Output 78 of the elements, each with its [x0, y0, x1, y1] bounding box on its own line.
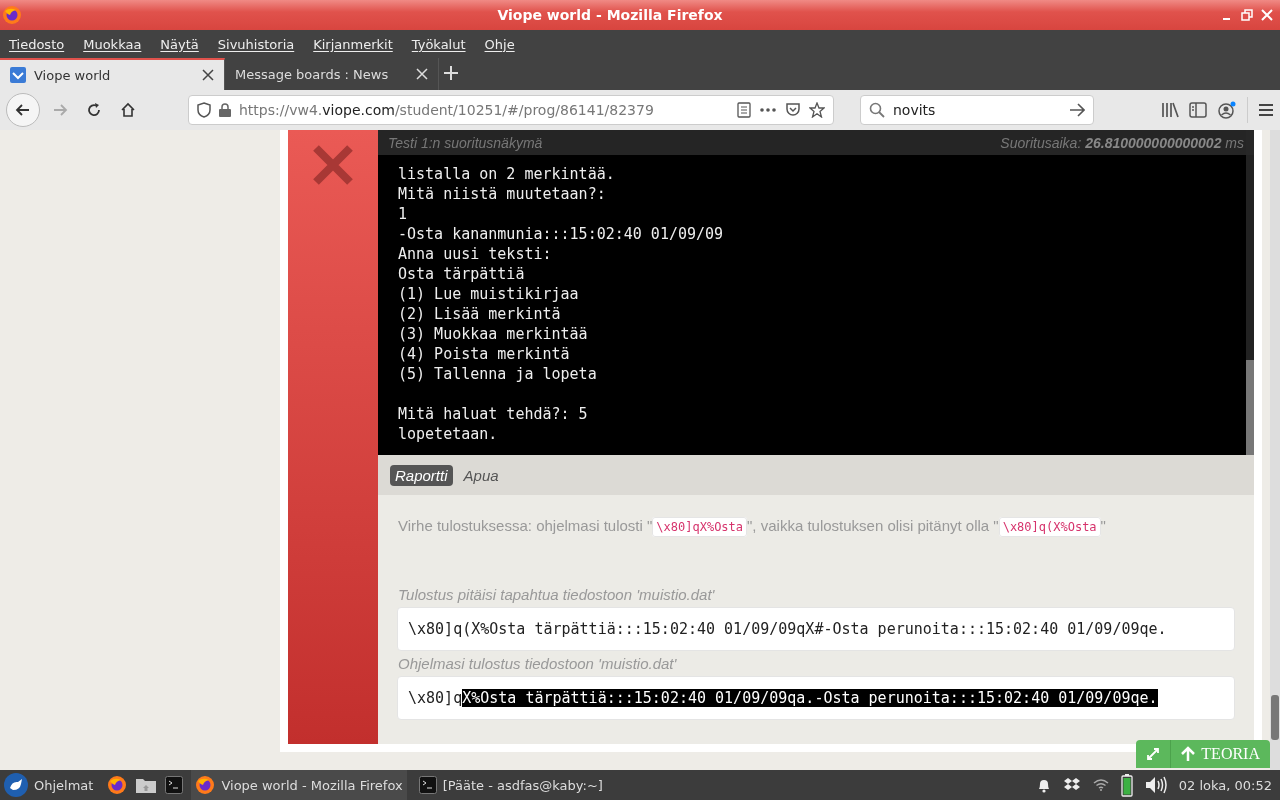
console-line: Anna uusi teksti:	[398, 244, 553, 264]
console-line: lopetetaan.	[398, 424, 499, 444]
console-line: 1	[398, 204, 409, 224]
console-line: (5) Tallenna ja lopeta	[398, 364, 598, 384]
more-icon[interactable]	[759, 107, 777, 113]
window-title: Viope world - Mozilla Firefox	[497, 7, 723, 23]
run-time: Suoritusaika: 26.810000000000002 ms	[1000, 134, 1244, 151]
go-arrow-icon[interactable]	[1069, 103, 1085, 117]
volume-icon[interactable]	[1144, 776, 1167, 794]
account-icon[interactable]	[1217, 101, 1237, 119]
scrollbar-thumb[interactable]	[1271, 695, 1279, 740]
menu-item[interactable]: Näytä	[160, 36, 199, 52]
close-icon[interactable]	[202, 69, 214, 81]
console-line: Osta tärpättiä	[398, 264, 526, 284]
menu-item[interactable]: Ohje	[484, 36, 515, 52]
report-tab[interactable]: Raportti	[390, 464, 453, 486]
selected-text: X%Osta tärpättiä:::15:02:40 01/09/09qa.-Osta perunoita:::15:02:40 01/09/09qe.	[462, 689, 1158, 707]
search-icon	[869, 102, 885, 118]
console-title: Testi 1:n suoritusnäkymä	[388, 134, 543, 151]
expected-output: \x80]q(X%Osta tärpättiä:::15:02:40 01/09/09qX#-Osta perunoita:::15:02:40 01/09/09qe.	[397, 607, 1235, 651]
console-line: Mitä haluat tehdä?: 5	[398, 404, 589, 424]
terminal-icon	[418, 776, 437, 794]
battery-icon[interactable]	[1120, 773, 1133, 797]
console-line: listalla on 2 merkintää.	[398, 164, 616, 184]
start-menu-button[interactable]: Ohjelmat	[4, 773, 100, 797]
menu-item[interactable]: Sivuhistoria	[217, 36, 295, 52]
address-bar[interactable]: https://vw4.viope.com/student/10251/#/prog/86141/82379	[188, 95, 834, 125]
firefox-icon	[2, 5, 22, 25]
error-message: ", vaikka tulostuksen olisi pitänyt olla "	[747, 517, 999, 534]
restore-icon[interactable]	[1240, 8, 1254, 22]
reload-icon[interactable]	[86, 102, 102, 118]
site-icon	[10, 67, 26, 83]
scrollbar-thumb[interactable]	[1246, 360, 1254, 455]
console-line: (2) Lisää merkintä	[398, 304, 562, 324]
console-line: -Osta kananmunia:::15:02:40 01/09/09	[398, 224, 725, 244]
wifi-icon[interactable]	[1092, 779, 1109, 791]
browser-icon	[195, 775, 216, 795]
taskbar-task[interactable]: Viope world - Mozilla Firefox	[191, 770, 407, 800]
cross-icon	[312, 144, 354, 186]
menu-icon[interactable]	[1258, 103, 1274, 117]
expand-button[interactable]	[1136, 740, 1172, 768]
shield-icon[interactable]	[197, 102, 211, 118]
folder-icon[interactable]	[135, 776, 158, 794]
clock: 02 loka, 00:52	[1178, 777, 1273, 793]
menu-item[interactable]: Muokkaa	[83, 36, 142, 52]
code-snippet: \x80]qX%Osta	[652, 517, 748, 537]
console-line: (4) Poista merkintä	[398, 344, 571, 364]
back-button[interactable]	[6, 93, 40, 127]
code-snippet: \x80]q(X%Osta	[998, 517, 1101, 537]
expected-label: Tulostus pitäisi tapahtua tiedostoon 'muistio.dat'	[398, 586, 715, 603]
bell-icon[interactable]	[1036, 777, 1051, 793]
browser-tab[interactable]: Viope world	[0, 58, 225, 90]
browser-launcher-icon	[107, 775, 128, 795]
home-icon[interactable]	[120, 102, 136, 118]
back-arrow-icon	[15, 102, 31, 118]
expand-icon	[1146, 747, 1161, 761]
new-tab-icon[interactable]	[444, 66, 458, 80]
reader-view-icon[interactable]	[737, 102, 751, 118]
report-tab[interactable]: Apua	[458, 464, 504, 486]
error-message: Virhe tulostuksessa: ohjelmasi tulosti "	[398, 517, 653, 534]
sidebar-icon[interactable]	[1189, 102, 1207, 118]
lock-icon	[219, 103, 231, 117]
arrow-up-icon	[1181, 746, 1196, 762]
menu-item[interactable]: Työkalut	[411, 36, 466, 52]
pocket-icon[interactable]	[785, 102, 801, 118]
menu-item[interactable]: Tiedosto	[9, 36, 65, 52]
star-icon[interactable]	[809, 102, 825, 118]
console-line: Mitä niistä muutetaan?:	[398, 184, 607, 204]
console-line: (1) Lue muistikirjaa	[398, 284, 580, 304]
taskbar-task[interactable]: [Pääte - asdfas@kaby:~]	[414, 770, 607, 800]
actual-label: Ohjelmasi tulostus tiedostoon 'muistio.dat'	[398, 655, 677, 672]
terminal-launcher-icon	[165, 776, 184, 794]
dropbox-icon[interactable]	[1062, 777, 1081, 793]
search-box[interactable]: novits	[860, 95, 1094, 125]
console-line: (3) Muokkaa merkintää	[398, 324, 589, 344]
library-icon[interactable]	[1161, 102, 1179, 118]
error-message: "	[1100, 517, 1106, 534]
menu-item[interactable]: Kirjanmerkit	[313, 36, 393, 52]
